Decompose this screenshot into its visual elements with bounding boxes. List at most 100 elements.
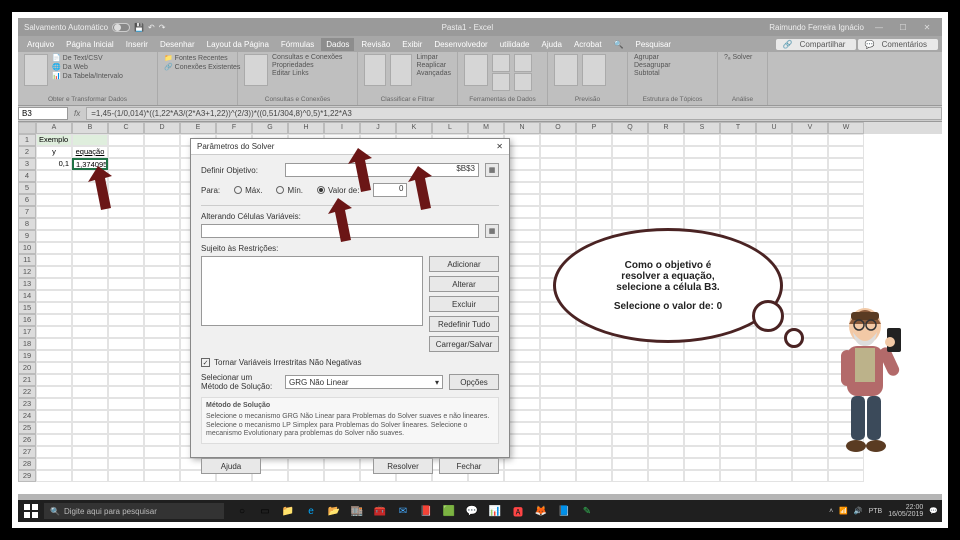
cell[interactable] — [612, 470, 648, 482]
from-text-csv[interactable]: 📄 De Text/CSV — [52, 54, 123, 62]
menu-exibir[interactable]: Exibir — [397, 38, 427, 51]
cell[interactable] — [828, 266, 864, 278]
cell[interactable] — [108, 254, 144, 266]
cell[interactable] — [792, 158, 828, 170]
cell[interactable] — [756, 146, 792, 158]
menu-formulas[interactable]: Fórmulas — [276, 38, 319, 51]
cell[interactable] — [36, 338, 72, 350]
col-header[interactable]: U — [756, 122, 792, 134]
cell[interactable] — [684, 446, 720, 458]
cell[interactable] — [144, 218, 180, 230]
cell[interactable] — [648, 158, 684, 170]
col-header[interactable]: L — [432, 122, 468, 134]
cell[interactable] — [828, 158, 864, 170]
cell[interactable] — [756, 230, 792, 242]
name-box[interactable]: B3 — [18, 107, 68, 120]
cell[interactable] — [144, 302, 180, 314]
cell[interactable] — [684, 470, 720, 482]
cell[interactable] — [144, 362, 180, 374]
cell[interactable] — [612, 410, 648, 422]
cell[interactable] — [720, 470, 756, 482]
col-header[interactable]: M — [468, 122, 504, 134]
cell[interactable] — [648, 182, 684, 194]
cell[interactable] — [36, 170, 72, 182]
cell[interactable] — [576, 182, 612, 194]
search-label[interactable]: Pesquisar — [631, 38, 677, 51]
method-select[interactable]: GRG Não Linear▾ — [285, 375, 443, 389]
taskview-icon[interactable]: ▭ — [255, 503, 275, 519]
menu-dados[interactable]: Dados — [321, 38, 354, 51]
cell[interactable] — [792, 146, 828, 158]
desagrupar[interactable]: Desagrupar — [634, 62, 671, 69]
cell[interactable] — [720, 146, 756, 158]
delete-button[interactable]: Excluir — [429, 296, 499, 312]
cell[interactable] — [648, 470, 684, 482]
cell[interactable] — [72, 458, 108, 470]
cell[interactable] — [72, 314, 108, 326]
col-header[interactable]: C — [108, 122, 144, 134]
cell[interactable] — [540, 446, 576, 458]
cell[interactable] — [108, 398, 144, 410]
cell[interactable] — [36, 422, 72, 434]
save-icon[interactable]: 💾 — [134, 23, 144, 32]
cell[interactable] — [540, 206, 576, 218]
cell[interactable] — [36, 446, 72, 458]
row-header[interactable]: 13 — [18, 278, 36, 290]
close-dialog-button[interactable]: Fechar — [439, 458, 499, 474]
cell[interactable]: Exemplo — [36, 134, 72, 146]
cell[interactable] — [72, 242, 108, 254]
cell[interactable] — [144, 410, 180, 422]
cell[interactable] — [72, 350, 108, 362]
cell[interactable] — [828, 170, 864, 182]
cell[interactable] — [108, 158, 144, 170]
cell[interactable] — [576, 350, 612, 362]
cell[interactable] — [612, 194, 648, 206]
texto-colunas-icon[interactable] — [464, 54, 488, 86]
cell[interactable] — [684, 194, 720, 206]
cell[interactable] — [576, 194, 612, 206]
row-header[interactable]: 28 — [18, 458, 36, 470]
cell[interactable] — [540, 374, 576, 386]
cell[interactable] — [576, 410, 612, 422]
cell[interactable] — [756, 410, 792, 422]
cell[interactable] — [720, 386, 756, 398]
cell[interactable] — [108, 266, 144, 278]
app-icon[interactable]: 💬 — [462, 503, 482, 519]
cell[interactable] — [720, 410, 756, 422]
row-header[interactable]: 12 — [18, 266, 36, 278]
search-icon[interactable]: 🔍 — [609, 38, 629, 51]
cell[interactable] — [108, 218, 144, 230]
cell[interactable] — [720, 134, 756, 146]
cell[interactable] — [684, 458, 720, 470]
editar-links[interactable]: Editar Links — [272, 70, 342, 77]
cell[interactable] — [648, 434, 684, 446]
row-header[interactable]: 8 — [18, 218, 36, 230]
col-header[interactable]: R — [648, 122, 684, 134]
menu-layout[interactable]: Layout da Página — [202, 38, 274, 51]
cell[interactable] — [108, 410, 144, 422]
row-header[interactable]: 21 — [18, 374, 36, 386]
tool-icon[interactable] — [514, 54, 532, 72]
cell[interactable] — [108, 206, 144, 218]
cell[interactable] — [756, 434, 792, 446]
cell[interactable] — [792, 266, 828, 278]
share-button[interactable]: 🔗 Compartilhar — [776, 39, 856, 50]
propriedades[interactable]: Propriedades — [272, 62, 342, 69]
cell[interactable] — [684, 374, 720, 386]
cell[interactable] — [72, 398, 108, 410]
col-header[interactable]: S — [684, 122, 720, 134]
cell[interactable] — [792, 194, 828, 206]
cell[interactable] — [36, 230, 72, 242]
cell[interactable] — [108, 362, 144, 374]
cell[interactable] — [648, 458, 684, 470]
cell[interactable] — [648, 134, 684, 146]
cell[interactable] — [72, 374, 108, 386]
row-header[interactable]: 25 — [18, 422, 36, 434]
cell[interactable] — [792, 206, 828, 218]
col-header[interactable]: P — [576, 122, 612, 134]
col-header[interactable]: A — [36, 122, 72, 134]
objective-input[interactable]: $B$3 — [285, 163, 479, 177]
volume-icon[interactable]: 🔊 — [854, 507, 863, 515]
cell[interactable] — [828, 134, 864, 146]
solve-button[interactable]: Resolver — [373, 458, 433, 474]
